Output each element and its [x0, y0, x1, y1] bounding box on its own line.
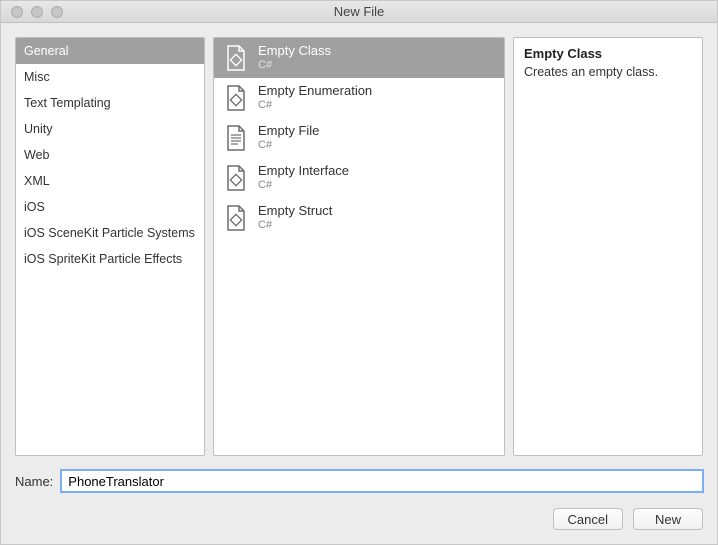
- category-item[interactable]: Web: [16, 142, 204, 168]
- category-list[interactable]: GeneralMiscText TemplatingUnityWebXMLiOS…: [15, 37, 205, 456]
- name-label: Name:: [15, 474, 53, 489]
- template-language: C#: [258, 178, 349, 192]
- template-language: C#: [258, 138, 319, 152]
- template-language: C#: [258, 58, 331, 72]
- template-label: Empty Interface: [258, 164, 349, 178]
- new-button[interactable]: New: [633, 508, 703, 530]
- titlebar: New File: [1, 1, 717, 23]
- dialog-content: GeneralMiscText TemplatingUnityWebXMLiOS…: [1, 23, 717, 544]
- category-item[interactable]: Unity: [16, 116, 204, 142]
- template-item[interactable]: Empty FileC#: [214, 118, 504, 158]
- close-window-button[interactable]: [11, 6, 23, 18]
- file-text-icon: [224, 124, 248, 152]
- template-language: C#: [258, 218, 332, 232]
- category-item[interactable]: iOS SceneKit Particle Systems: [16, 220, 204, 246]
- template-label: Empty File: [258, 124, 319, 138]
- category-item[interactable]: XML: [16, 168, 204, 194]
- template-label: Empty Enumeration: [258, 84, 372, 98]
- template-item[interactable]: Empty EnumerationC#: [214, 78, 504, 118]
- description-panel: Empty Class Creates an empty class.: [513, 37, 703, 456]
- template-item[interactable]: Empty StructC#: [214, 198, 504, 238]
- category-item[interactable]: Text Templating: [16, 90, 204, 116]
- window-title: New File: [1, 4, 717, 19]
- template-label: Empty Class: [258, 44, 331, 58]
- category-item[interactable]: iOS SpriteKit Particle Effects: [16, 246, 204, 272]
- dialog-buttons: Cancel New: [15, 508, 703, 534]
- template-item[interactable]: Empty ClassC#: [214, 38, 504, 78]
- template-label: Empty Struct: [258, 204, 332, 218]
- panes: GeneralMiscText TemplatingUnityWebXMLiOS…: [15, 37, 703, 456]
- name-input[interactable]: [61, 470, 703, 492]
- file-code-icon: [224, 84, 248, 112]
- category-item[interactable]: General: [16, 38, 204, 64]
- cancel-button[interactable]: Cancel: [553, 508, 623, 530]
- minimize-window-button[interactable]: [31, 6, 43, 18]
- new-file-dialog: New File GeneralMiscText TemplatingUnity…: [0, 0, 718, 545]
- category-item[interactable]: iOS: [16, 194, 204, 220]
- file-code-icon: [224, 44, 248, 72]
- name-row: Name:: [15, 470, 703, 492]
- category-item[interactable]: Misc: [16, 64, 204, 90]
- template-item[interactable]: Empty InterfaceC#: [214, 158, 504, 198]
- window-controls: [1, 6, 63, 18]
- description-body: Creates an empty class.: [524, 65, 692, 79]
- description-title: Empty Class: [524, 46, 692, 61]
- file-code-icon: [224, 204, 248, 232]
- template-list[interactable]: Empty ClassC# Empty EnumerationC# Empty …: [213, 37, 505, 456]
- template-language: C#: [258, 98, 372, 112]
- zoom-window-button[interactable]: [51, 6, 63, 18]
- file-code-icon: [224, 164, 248, 192]
